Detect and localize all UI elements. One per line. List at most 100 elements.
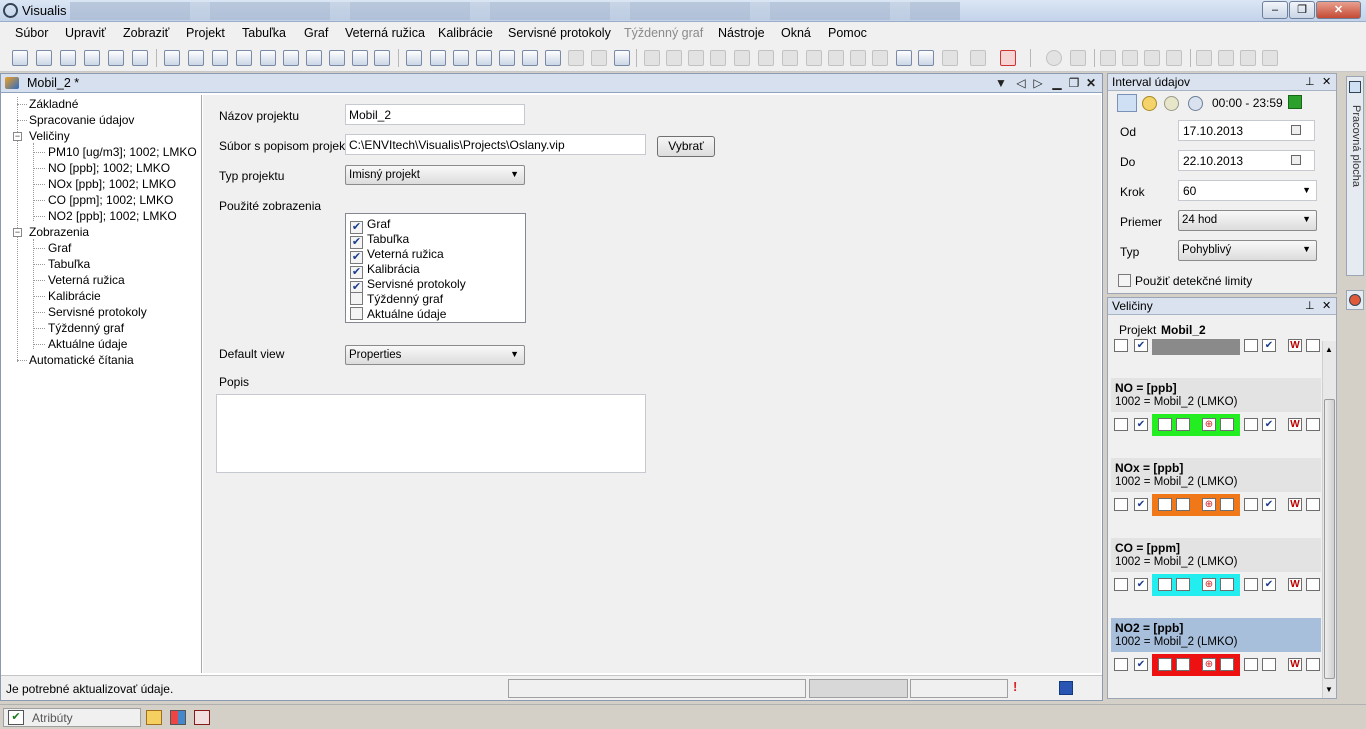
tool-icon-9[interactable]: [430, 50, 446, 66]
wind-rose-icon[interactable]: ⊕: [1202, 498, 1216, 511]
restore-icon[interactable]: ❐: [1067, 76, 1081, 90]
color-swatch[interactable]: ⊕: [1152, 494, 1240, 516]
tool-icon-17[interactable]: [918, 50, 934, 66]
checkbox[interactable]: [1220, 578, 1234, 591]
menu-kalibracie[interactable]: Kalibrácie: [438, 26, 493, 40]
checkbox[interactable]: [1220, 658, 1234, 671]
nav-icon-3[interactable]: [1240, 50, 1256, 66]
weekly-chart-icon[interactable]: [568, 50, 584, 66]
clock-icon[interactable]: [1142, 96, 1157, 111]
save-all-icon[interactable]: [108, 50, 124, 66]
save-icon[interactable]: [84, 50, 100, 66]
from-date-field[interactable]: 17.10.2013: [1178, 120, 1315, 141]
checkbox[interactable]: ✔: [1134, 658, 1148, 671]
flag-icon[interactable]: [1288, 95, 1302, 109]
dropdown-arrow-icon[interactable]: ▼: [994, 76, 1008, 90]
tool-icon-5[interactable]: [260, 50, 276, 66]
checkbox[interactable]: [1306, 658, 1320, 671]
edit-icon[interactable]: [614, 50, 630, 66]
quantity-header[interactable]: NOx = [ppb] 1002 = Mobil_2 (LMKO): [1111, 458, 1321, 492]
project-name-field[interactable]: Mobil_2: [345, 104, 525, 125]
save-icon[interactable]: [1059, 681, 1073, 695]
table-icon[interactable]: [1114, 658, 1128, 671]
paste-icon[interactable]: [758, 50, 774, 66]
tree-item-servisne-protokoly[interactable]: Servisné protokoly: [48, 305, 147, 319]
table-icon[interactable]: [1114, 498, 1128, 511]
windows-icon[interactable]: [170, 710, 186, 725]
scroll-down-icon[interactable]: ▼: [1325, 685, 1333, 694]
checkbox[interactable]: [350, 292, 363, 305]
tree-item-veterna-ruzica[interactable]: Veterná ružica: [48, 273, 125, 287]
browse-button[interactable]: Vybrať: [657, 136, 715, 157]
cut-icon[interactable]: [734, 50, 750, 66]
clear-filter-icon[interactable]: [970, 50, 986, 66]
checkbox[interactable]: ✔: [1262, 339, 1276, 352]
service-icon[interactable]: W: [1288, 578, 1302, 591]
tool-icon-15[interactable]: [850, 50, 866, 66]
menu-graf[interactable]: Graf: [304, 26, 328, 40]
menu-upravit[interactable]: Upraviť: [65, 26, 106, 40]
calibration-icon[interactable]: [1244, 578, 1258, 591]
tool-icon-1[interactable]: [164, 50, 180, 66]
chart-icon[interactable]: [1158, 578, 1172, 591]
tree-item-tabulka[interactable]: Tabuľka: [48, 257, 90, 271]
close-icon[interactable]: ✕: [1322, 299, 1331, 312]
sun-icon[interactable]: [1164, 96, 1179, 111]
menu-okna[interactable]: Okná: [781, 26, 811, 40]
tool-icon-2[interactable]: [188, 50, 204, 66]
checkbox[interactable]: ✔: [1134, 418, 1148, 431]
tool-icon-4[interactable]: [236, 50, 252, 66]
quantities-scrollbar[interactable]: ▲ ▼: [1322, 341, 1336, 698]
color-swatch[interactable]: ⊕: [1152, 414, 1240, 436]
calibration-icon[interactable]: [522, 50, 538, 66]
pin-icon[interactable]: ⊥: [1305, 299, 1315, 312]
scroll-up-icon[interactable]: ▲: [1325, 345, 1333, 354]
zoom-icon[interactable]: [374, 50, 390, 66]
tree-item-spracovanie[interactable]: Spracovanie údajov: [29, 113, 134, 127]
checkbox[interactable]: [1306, 418, 1320, 431]
filter-icon[interactable]: [942, 50, 958, 66]
chart-icon[interactable]: [476, 50, 492, 66]
warning-icon[interactable]: [194, 710, 210, 725]
view-option-kalibracia[interactable]: ✔ Kalibrácia: [350, 262, 420, 279]
checkbox[interactable]: ✔: [1262, 578, 1276, 591]
wind-rose-icon[interactable]: ⊕: [1202, 418, 1216, 431]
search-icon[interactable]: [872, 50, 888, 66]
menu-pomoc[interactable]: Pomoc: [828, 26, 867, 40]
wind-rose-icon[interactable]: ⊕: [1202, 578, 1216, 591]
stop-icon[interactable]: [1046, 50, 1062, 66]
service-icon[interactable]: [545, 50, 561, 66]
calendar-range-icon[interactable]: [1117, 94, 1137, 112]
checkbox[interactable]: [1220, 418, 1234, 431]
tool-icon-14[interactable]: [806, 50, 822, 66]
tree-item-pm10[interactable]: PM10 [ug/m3]; 1002; LMKO: [48, 145, 197, 159]
project-file-field[interactable]: C:\ENVItech\Visualis\Projects\Oslany.vip: [345, 134, 646, 155]
checkbox[interactable]: [1306, 339, 1320, 352]
view-option-tabulka[interactable]: ✔ Tabuľka: [350, 232, 409, 249]
tool-icon-12[interactable]: [666, 50, 682, 66]
checkbox[interactable]: [1220, 498, 1234, 511]
tree-item-graf[interactable]: Graf: [48, 241, 71, 255]
calibration-icon[interactable]: [1244, 418, 1258, 431]
wizard-icon[interactable]: [60, 50, 76, 66]
tree-item-veliciny[interactable]: Veličiny: [29, 129, 70, 143]
table-icon[interactable]: [406, 50, 422, 66]
open-folder-icon[interactable]: [36, 50, 52, 66]
table-icon[interactable]: [1114, 339, 1128, 352]
minimize-icon[interactable]: ▁: [1050, 76, 1064, 90]
previous-icon[interactable]: [1122, 50, 1138, 66]
tree-item-no[interactable]: NO [ppb]; 1002; LMKO: [48, 161, 170, 175]
secondary-tab[interactable]: [1346, 290, 1364, 310]
service-icon[interactable]: W: [1288, 339, 1302, 352]
minimize-button[interactable]: –: [1262, 1, 1288, 19]
pencil-icon[interactable]: [644, 50, 660, 66]
detection-limits-checkbox[interactable]: Použiť detekčné limity: [1118, 274, 1252, 288]
menu-zobrazit[interactable]: Zobraziť: [123, 26, 169, 40]
menu-tyzdenny-graf[interactable]: Týždenný graf: [624, 26, 703, 40]
tree-item-nox[interactable]: NOx [ppb]; 1002; LMKO: [48, 177, 176, 191]
view-option-veterna-ruzica[interactable]: ✔ Veterná ružica: [350, 247, 444, 264]
check-icon[interactable]: [828, 50, 844, 66]
table-icon[interactable]: [1114, 418, 1128, 431]
checkbox[interactable]: ✔: [1134, 339, 1148, 352]
note-icon[interactable]: [146, 710, 162, 725]
